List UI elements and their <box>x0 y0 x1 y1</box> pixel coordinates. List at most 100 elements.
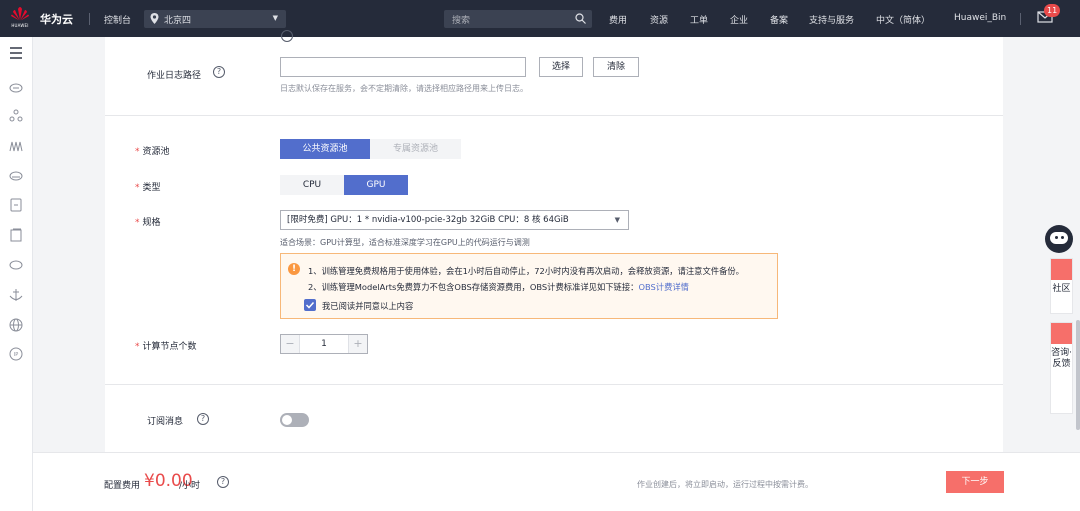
help-icon[interactable]: ? <box>217 476 229 488</box>
chevron-down-icon: ▼ <box>272 14 278 22</box>
console-link[interactable]: 控制台 <box>104 13 131 26</box>
nav-divider <box>1020 13 1021 25</box>
service-sidebar: IP <box>0 37 33 511</box>
log-path-input[interactable] <box>280 57 526 77</box>
chevron-down-icon: ▼ <box>614 216 620 224</box>
cloud-storage-icon[interactable] <box>9 168 23 182</box>
radio-icon[interactable] <box>281 30 293 42</box>
spec-select[interactable]: [限时免费] GPU：1 * nvidia-v100-pcie-32gb 32G… <box>280 210 629 230</box>
chat-icon <box>1051 323 1072 344</box>
required-marker: * <box>135 147 140 157</box>
logo-wordmark: HUAWEI <box>11 23 29 28</box>
notice-line-2: 2、训练管理ModelArts免费算力不包含OBS存储资源费用，OBS计费标准详… <box>308 281 689 293</box>
required-marker: * <box>135 342 140 352</box>
feedback-tool[interactable]: 咨询·反馈 <box>1050 322 1073 414</box>
fee-label: 配置费用 <box>104 481 141 491</box>
spec-select-value: [限时免费] GPU：1 * nvidia-v100-pcie-32gb 32G… <box>287 215 569 225</box>
subscribe-label: 订阅消息 <box>147 417 184 427</box>
type-cpu-option[interactable]: CPU <box>280 175 344 195</box>
increment-button[interactable]: + <box>348 335 367 353</box>
select-path-button[interactable]: 选择 <box>539 57 583 77</box>
node-count-value[interactable]: 1 <box>300 335 348 353</box>
nav-link-resources[interactable]: 资源 <box>650 13 668 26</box>
notice-line-2-text: 2、训练管理ModelArts免费算力不包含OBS存储资源费用，OBS计费标准详… <box>308 282 639 292</box>
server-icon[interactable] <box>9 228 23 242</box>
cloud-download-icon[interactable] <box>9 258 23 272</box>
footer-bar: 配置费用 ¥0.00 /小时 ? 作业创建后，将立即启动，运行过程中按需计费。 … <box>33 452 1080 511</box>
menu-icon[interactable] <box>9 46 23 60</box>
nav-link-tickets[interactable]: 工单 <box>690 13 708 26</box>
community-icon <box>1051 259 1072 280</box>
obs-pricing-link[interactable]: OBS计费详情 <box>638 282 689 292</box>
section-divider <box>105 115 1003 116</box>
community-tool[interactable]: 社区 <box>1050 258 1073 314</box>
billing-note: 作业创建后，将立即启动，运行过程中按需计费。 <box>637 480 813 489</box>
spec-hint: 适合场景：GPU计算型，适合标准深度学习在GPU上的代码运行与调测 <box>280 238 530 247</box>
nav-link-enterprise[interactable]: 企业 <box>730 13 748 26</box>
chart-icon[interactable] <box>9 139 23 153</box>
robot-assistant-icon[interactable] <box>1045 225 1073 253</box>
fee-unit: /小时 <box>179 481 201 491</box>
community-label: 社区 <box>1052 284 1071 294</box>
search-placeholder: 搜索 <box>452 16 471 26</box>
message-count-badge: 11 <box>1044 4 1061 17</box>
help-icon[interactable]: ? <box>197 413 209 425</box>
page-scrollbar[interactable] <box>1076 320 1080 430</box>
huawei-logo[interactable]: HUAWEI <box>9 6 31 32</box>
node-count-label: * 计算节点个数 <box>135 339 197 352</box>
search-input[interactable]: 搜索 <box>444 10 592 28</box>
huawei-flower-icon <box>11 7 29 21</box>
warning-icon: ! <box>288 263 300 275</box>
public-pool-option[interactable]: 公共资源池 <box>280 139 370 159</box>
resource-pool-label-text: 资源池 <box>142 147 170 157</box>
type-label: * 类型 <box>135 180 161 193</box>
user-menu[interactable]: Huawei_Bin <box>954 13 1006 23</box>
brand-name[interactable]: 华为云 <box>40 11 73 27</box>
robot-eye <box>1055 236 1058 239</box>
agree-checkbox[interactable] <box>304 299 316 311</box>
nav-link-support[interactable]: 支持与服务 <box>809 13 854 26</box>
node-count-stepper: − 1 + <box>280 334 368 354</box>
section-divider <box>105 384 1003 385</box>
nav-link-billing[interactable]: 费用 <box>609 13 627 26</box>
robot-face <box>1050 232 1068 244</box>
type-label-text: 类型 <box>142 183 161 193</box>
agree-label[interactable]: 我已阅读并同意以上内容 <box>322 300 413 312</box>
dedicated-pool-option[interactable]: 专属资源池 <box>370 139 461 159</box>
anchor-icon[interactable] <box>9 288 23 302</box>
network-icon[interactable] <box>9 109 23 123</box>
type-gpu-option[interactable]: GPU <box>344 175 408 195</box>
region-selector[interactable]: 北京四 ▼ <box>144 10 286 28</box>
cloud-icon[interactable] <box>9 80 23 94</box>
region-label: 北京四 <box>164 16 192 26</box>
required-marker: * <box>135 183 140 193</box>
svg-text:IP: IP <box>14 352 19 358</box>
log-path-label: 作业日志路径 <box>147 71 202 81</box>
feedback-label: 咨询·反馈 <box>1051 348 1072 369</box>
location-pin-icon <box>150 13 159 24</box>
spec-label-text: 规格 <box>142 218 161 228</box>
globe-icon[interactable] <box>9 318 23 332</box>
notice-line-1: 1、训练管理免费规格用于使用体验，会在1小时后自动停止，72小时内没有再次启动，… <box>308 266 744 276</box>
required-marker: * <box>135 218 140 228</box>
next-button[interactable]: 下一步 <box>946 471 1004 493</box>
toggle-knob <box>282 415 292 425</box>
search-icon[interactable] <box>575 13 586 24</box>
clear-path-button[interactable]: 清除 <box>593 57 639 77</box>
help-icon[interactable]: ? <box>213 66 225 78</box>
decrement-button[interactable]: − <box>281 335 300 353</box>
document-icon[interactable] <box>9 198 23 212</box>
spec-label: * 规格 <box>135 215 161 228</box>
top-navbar: HUAWEI 华为云 控制台 北京四 ▼ 搜索 费用 资源 工单 企业 备案 支… <box>0 0 1080 37</box>
nav-divider <box>89 13 90 25</box>
nav-link-filing[interactable]: 备案 <box>770 13 788 26</box>
job-config-panel: 作业日志路径 ? 选择 清除 日志默认保存在服务，会不定期清除，请选择相应路径用… <box>105 30 1003 452</box>
free-tier-notice: ! 1、训练管理免费规格用于使用体验，会在1小时后自动停止，72小时内没有再次启… <box>280 253 778 319</box>
robot-eye <box>1061 236 1064 239</box>
ip-icon[interactable]: IP <box>9 347 23 361</box>
language-selector[interactable]: 中文（简体） <box>876 13 930 26</box>
log-path-hint: 日志默认保存在服务，会不定期清除，请选择相应路径用来上传日志。 <box>280 84 528 93</box>
resource-pool-label: * 资源池 <box>135 144 170 157</box>
subscribe-toggle[interactable] <box>280 413 309 427</box>
node-count-label-text: 计算节点个数 <box>142 342 197 352</box>
